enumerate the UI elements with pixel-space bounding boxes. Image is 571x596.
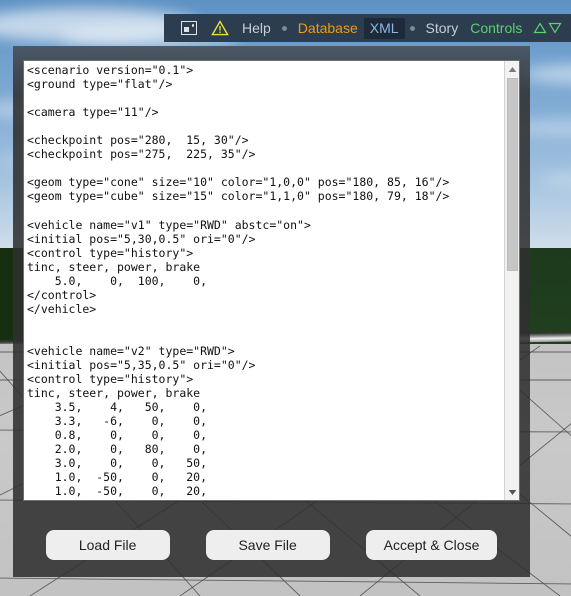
scrollbar-thumb[interactable] [507, 78, 518, 271]
menu-item-xml[interactable]: XML [363, 17, 405, 39]
menu-item-help[interactable]: Help [236, 18, 277, 39]
menu-item-controls[interactable]: Controls [464, 18, 528, 39]
xml-editor-dialog: <scenario version="0.1"> <ground type="f… [13, 46, 530, 577]
menu-item-story[interactable]: Story [420, 18, 465, 39]
save-file-button[interactable]: Save File [205, 530, 330, 560]
warning-icon-slot[interactable] [204, 14, 236, 42]
accept-close-button[interactable]: Accept & Close [365, 530, 498, 560]
window-icon[interactable] [181, 21, 197, 35]
chevron-up-icon [508, 66, 516, 72]
app-root: Help Database XML Story Controls <scenar… [0, 0, 571, 596]
chevron-down-icon [508, 489, 516, 495]
scrollbar-down-button[interactable] [505, 485, 519, 499]
warning-icon[interactable] [211, 20, 229, 36]
xml-scenario-editor[interactable]: <scenario version="0.1"> <ground type="f… [24, 61, 504, 500]
scrollbar-up-button[interactable] [505, 62, 519, 76]
controls-arrows [533, 21, 562, 35]
menu-item-database[interactable]: Database [292, 18, 364, 39]
menu-separator-dot [281, 25, 287, 31]
editor-container: <scenario version="0.1"> <ground type="f… [23, 60, 520, 501]
top-menu-bar: Help Database XML Story Controls [164, 14, 571, 42]
triangle-down-icon[interactable] [548, 21, 562, 35]
window-icon-slot[interactable] [174, 14, 204, 42]
editor-scrollbar[interactable] [504, 61, 519, 500]
load-file-button[interactable]: Load File [45, 530, 170, 560]
dialog-button-row: Load File Save File Accept & Close [13, 516, 530, 576]
triangle-up-icon[interactable] [533, 21, 547, 35]
menu-separator-dot [409, 25, 415, 31]
